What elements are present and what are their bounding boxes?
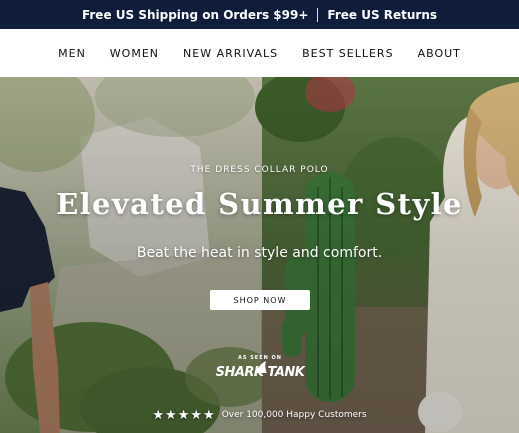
shark-tank-logo: AS SEEN ON SHARK TANK xyxy=(209,355,311,389)
social-proof: ★★★★★ Over 100,000 Happy Customers xyxy=(0,407,519,423)
promo-divider xyxy=(317,7,319,22)
hero-headline: Elevated Summer Style xyxy=(56,187,463,221)
hero-banner: THE DRESS COLLAR POLO Elevated Summer St… xyxy=(0,77,519,433)
promo-bar: Free US Shipping on Orders $99+ Free US … xyxy=(0,0,519,29)
star-icon: ★★★★★ xyxy=(152,407,216,422)
promo-shipping: Free US Shipping on Orders $99+ xyxy=(81,7,309,22)
promo-returns: Free US Returns xyxy=(327,7,438,22)
nav-item-new-arrivals[interactable]: NEW ARRIVALS xyxy=(183,47,278,60)
happy-customers-text: Over 100,000 Happy Customers xyxy=(221,410,367,420)
shop-now-button[interactable]: SHOP NOW xyxy=(210,290,310,310)
hero-eyebrow: THE DRESS COLLAR POLO xyxy=(190,165,329,175)
nav-item-about[interactable]: ABOUT xyxy=(418,47,461,60)
main-nav: MEN WOMEN NEW ARRIVALS BEST SELLERS ABOU… xyxy=(0,29,519,77)
nav-item-women[interactable]: WOMEN xyxy=(110,47,159,60)
nav-item-best-sellers[interactable]: BEST SELLERS xyxy=(302,47,393,60)
nav-item-men[interactable]: MEN xyxy=(58,47,86,60)
hero-subhead: Beat the heat in style and comfort. xyxy=(136,245,383,261)
shark-tank-wordmark: SHARK TANK xyxy=(215,365,305,380)
